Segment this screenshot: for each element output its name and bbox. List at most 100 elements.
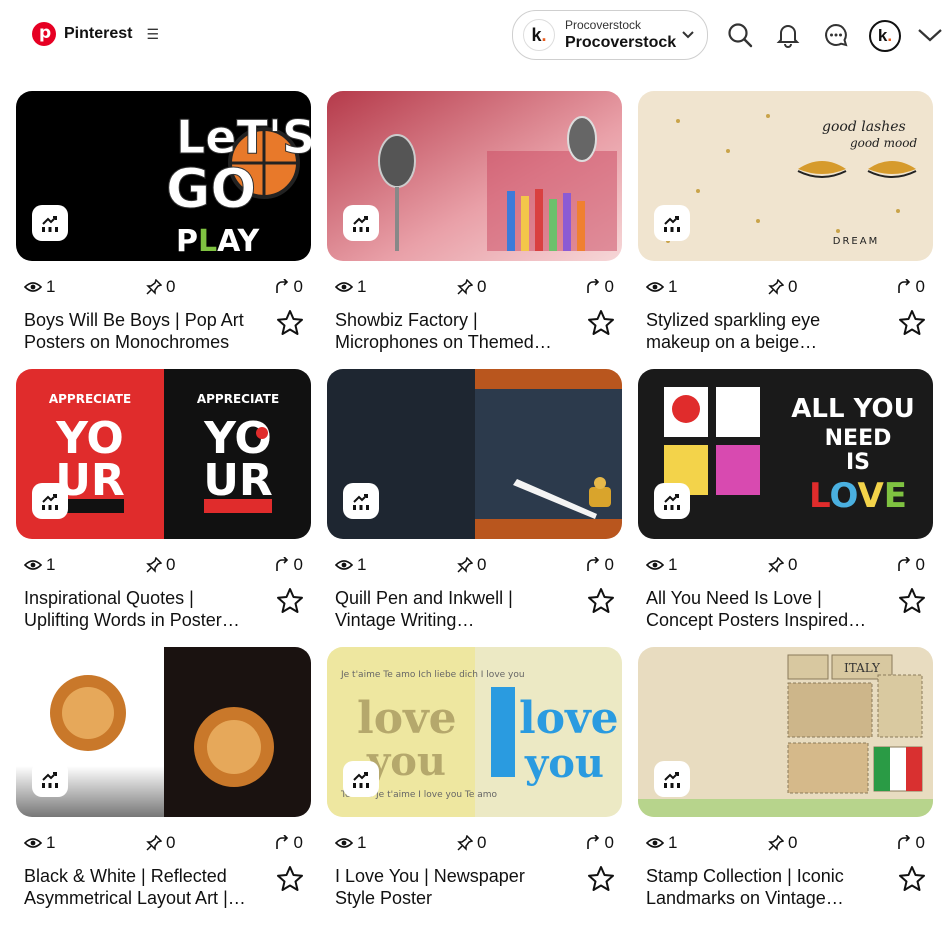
pin-icon (146, 835, 162, 851)
accounts-chevron-down-icon[interactable] (916, 21, 944, 49)
pin-card[interactable]: ITALY 1 0 0 Stamp Collection | Iconic La… (638, 647, 933, 925)
account-label: Procoverstock (565, 18, 642, 32)
views-metric: 1 (335, 555, 366, 575)
pin-metrics: 1 0 0 (335, 277, 614, 297)
pin-title[interactable]: Black & White | Reflected Asymmetrical L… (24, 865, 256, 909)
pin-thumbnail[interactable]: APPRECIATE YO UR APPRECIATE YO UR (16, 369, 311, 539)
pin-stats-button[interactable] (32, 483, 68, 519)
pin-title[interactable]: Stamp Collection | Iconic Landmarks on V… (646, 865, 878, 909)
views-metric: 1 (646, 277, 677, 297)
brand-name: Pinterest (64, 25, 133, 42)
shares-metric: 0 (896, 833, 925, 853)
eye-icon (24, 560, 42, 570)
star-icon[interactable] (276, 587, 304, 615)
pin-stats-button[interactable] (654, 205, 690, 241)
star-icon[interactable] (276, 865, 304, 893)
pin-card[interactable]: 1 0 0 Quill Pen and Inkwell | Vintage Wr… (327, 369, 622, 647)
pin-stats-button[interactable] (654, 483, 690, 519)
shares-metric: 0 (274, 277, 303, 297)
pinterest-home-link[interactable]: Pinterest ☰ (32, 22, 159, 46)
views-metric: 1 (646, 833, 677, 853)
svg-text:GO: GO (166, 157, 256, 220)
eye-icon (646, 560, 664, 570)
star-icon[interactable] (276, 309, 304, 337)
eye-icon (24, 282, 42, 292)
star-icon[interactable] (587, 865, 615, 893)
account-name: Procoverstock (565, 34, 677, 51)
svg-text:Je t'aime Te amo Ich liebe d: Je t'aime Te amo Ich liebe dich I love y… (340, 670, 525, 680)
saves-metric: 0 (457, 833, 486, 853)
pin-thumbnail[interactable] (16, 647, 311, 817)
star-icon[interactable] (898, 309, 926, 337)
pin-stats-button[interactable] (343, 205, 379, 241)
pin-stats-button[interactable] (343, 483, 379, 519)
pin-thumbnail[interactable] (327, 369, 622, 539)
svg-text:UR: UR (203, 455, 273, 506)
pin-metrics: 1 0 0 (24, 555, 303, 575)
eye-icon (646, 838, 664, 848)
notifications-bell-icon[interactable] (774, 21, 802, 49)
eye-icon (24, 838, 42, 848)
star-icon[interactable] (587, 587, 615, 615)
svg-text:LOVE: LOVE (809, 476, 907, 516)
profile-avatar-icon[interactable]: k. (869, 20, 901, 52)
pinterest-logo-icon (32, 22, 56, 46)
star-icon[interactable] (898, 587, 926, 615)
pin-card[interactable]: ALL YOU NEED IS LOVE 1 0 0 All You Need … (638, 369, 933, 647)
pin-metrics: 1 0 0 (646, 277, 925, 297)
eye-icon (335, 838, 353, 848)
thumbnail-caption: DREAM (833, 236, 879, 247)
star-icon[interactable] (587, 309, 615, 337)
saves-metric: 0 (457, 277, 486, 297)
chevron-down-icon (682, 31, 694, 39)
shares-metric: 0 (896, 277, 925, 297)
star-icon[interactable] (898, 865, 926, 893)
saves-metric: 0 (768, 833, 797, 853)
eye-icon (335, 282, 353, 292)
pin-stats-button[interactable] (343, 761, 379, 797)
pin-title[interactable]: Inspirational Quotes | Uplifting Words i… (24, 587, 256, 631)
pin-title[interactable]: Stylized sparkling eye makeup on a beige… (646, 309, 878, 353)
svg-text:love: love (357, 693, 457, 744)
messages-icon[interactable] (822, 21, 850, 49)
pin-thumbnail[interactable]: LeT'S GO PLAY (16, 91, 311, 261)
pin-title[interactable]: Quill Pen and Inkwell | Vintage Writing… (335, 587, 567, 631)
pin-card[interactable]: good lashes good mood DREAM 1 0 0 Styliz… (638, 91, 933, 369)
pin-title[interactable]: Boys Will Be Boys | Pop Art Posters on M… (24, 309, 256, 353)
pin-card[interactable]: 1 0 0 Black & White | Reflected Asymmetr… (16, 647, 311, 925)
eye-icon (646, 282, 664, 292)
svg-text:LeT'S: LeT'S (176, 110, 311, 164)
pin-metrics: 1 0 0 (646, 555, 925, 575)
pin-stats-button[interactable] (32, 205, 68, 241)
pin-title[interactable]: I Love You | Newspaper Style Poster (335, 865, 567, 909)
pin-stats-button[interactable] (654, 761, 690, 797)
pin-title[interactable]: All You Need Is Love | Concept Posters I… (646, 587, 878, 631)
pin-thumbnail[interactable]: ITALY (638, 647, 933, 817)
share-icon (275, 835, 288, 849)
pin-card[interactable]: APPRECIATE YO UR APPRECIATE YO UR 1 0 0 … (16, 369, 311, 647)
pin-thumbnail[interactable]: Je t'aime Te amo Ich liebe dich I love y… (327, 647, 622, 817)
pin-card[interactable]: LeT'S GO PLAY 1 0 0 Boys Will Be Boys | … (16, 91, 311, 369)
views-metric: 1 (24, 555, 55, 575)
views-metric: 1 (24, 277, 55, 297)
svg-text:IS: IS (846, 450, 870, 475)
saves-metric: 0 (146, 277, 175, 297)
pin-title[interactable]: Showbiz Factory | Microphones on Themed… (335, 309, 567, 353)
pin-thumbnail[interactable]: ALL YOU NEED IS LOVE (638, 369, 933, 539)
account-switcher[interactable]: k. Procoverstock Procoverstock (512, 10, 708, 60)
pin-icon (146, 557, 162, 573)
svg-text:you: you (524, 740, 604, 787)
pin-icon (457, 835, 473, 851)
search-icon[interactable] (726, 21, 754, 49)
svg-text:NEED: NEED (825, 426, 892, 451)
pin-card[interactable]: Je t'aime Te amo Ich liebe dich I love y… (327, 647, 622, 925)
share-icon (586, 835, 599, 849)
pin-icon (457, 557, 473, 573)
pin-stats-button[interactable] (32, 761, 68, 797)
pin-card[interactable]: 1 0 0 Showbiz Factory | Microphones on T… (327, 91, 622, 369)
pin-icon (768, 557, 784, 573)
views-metric: 1 (335, 277, 366, 297)
menu-icon[interactable]: ☰ (146, 26, 159, 43)
pin-thumbnail[interactable]: good lashes good mood DREAM (638, 91, 933, 261)
pin-thumbnail[interactable] (327, 91, 622, 261)
